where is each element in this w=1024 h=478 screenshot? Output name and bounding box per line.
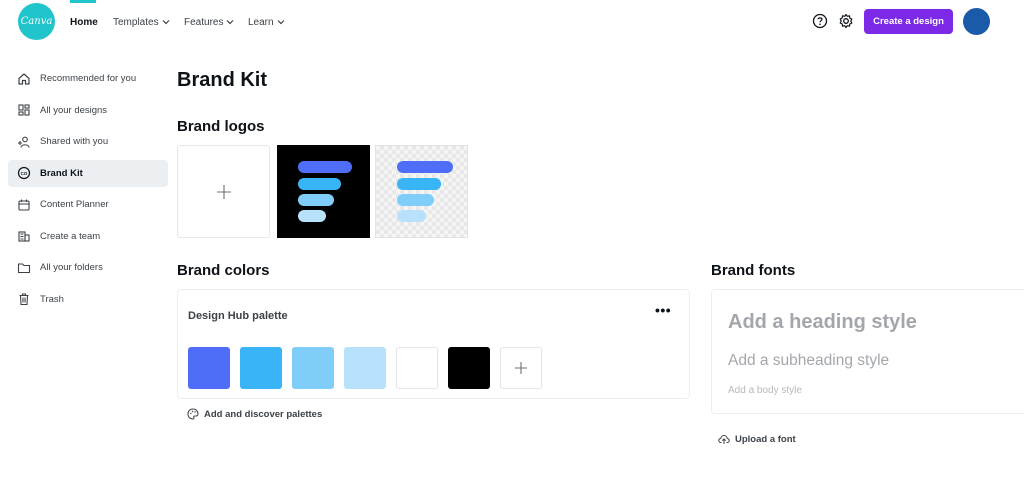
upload-font-link[interactable]: Upload a font	[718, 433, 796, 445]
sidebar-item-trash[interactable]: Trash	[8, 286, 168, 313]
sidebar-item-folders[interactable]: All your folders	[8, 254, 168, 281]
add-color-button[interactable]	[500, 347, 542, 389]
logo-bar	[298, 210, 326, 222]
nav-features[interactable]: Features	[184, 15, 234, 29]
sidebar-item-shared[interactable]: Shared with you	[8, 128, 168, 155]
nav-features-label: Features	[184, 16, 224, 28]
sidebar-item-label: Brand Kit	[40, 167, 83, 179]
add-body-style[interactable]: Add a body style	[728, 385, 802, 396]
shared-people-icon	[18, 136, 30, 148]
brand-logos-heading: Brand logos	[177, 118, 265, 135]
nav-home-label: Home	[70, 16, 98, 28]
color-swatch[interactable]	[448, 347, 490, 389]
nav-templates-label: Templates	[113, 16, 159, 28]
color-swatch[interactable]	[292, 347, 334, 389]
add-heading-style[interactable]: Add a heading style	[728, 311, 917, 334]
calendar-icon	[18, 199, 30, 211]
plus-icon	[515, 362, 527, 374]
cloud-upload-icon	[718, 434, 730, 444]
add-discover-palettes-label: Add and discover palettes	[204, 408, 323, 420]
trash-icon	[19, 293, 29, 306]
add-discover-palettes-link[interactable]: Add and discover palettes	[187, 408, 322, 420]
canva-logo[interactable]: Canva	[18, 3, 55, 40]
nav-learn[interactable]: Learn	[248, 15, 285, 29]
logo-bar	[397, 210, 426, 222]
sidebar-item-label: All your designs	[40, 104, 108, 116]
palette-card: Design Hub palette •••	[177, 289, 690, 399]
chevron-down-icon	[227, 20, 234, 25]
sidebar-item-all-designs[interactable]: All your designs	[8, 97, 168, 124]
sidebar-item-brand-kit[interactable]: CO Brand Kit	[8, 159, 168, 187]
add-logo-button[interactable]	[177, 145, 270, 238]
color-swatch[interactable]	[188, 347, 230, 389]
sidebar-item-label: All your folders	[40, 262, 103, 273]
sidebar-item-label: Create a team	[40, 230, 101, 242]
brand-logo-transparent[interactable]	[375, 145, 468, 238]
color-swatch[interactable]	[344, 347, 386, 389]
sidebar-item-recommended[interactable]: Recommended for you	[8, 65, 168, 92]
home-icon	[18, 72, 30, 85]
sidebar-item-label: Shared with you	[40, 136, 109, 147]
logo-bar	[298, 194, 334, 206]
palette-name: Design Hub palette	[188, 310, 288, 322]
nav-learn-label: Learn	[248, 16, 274, 28]
logo-bar	[397, 161, 453, 173]
brand-fonts-heading: Brand fonts	[711, 262, 796, 279]
nav-home[interactable]: Home	[70, 15, 98, 29]
chevron-down-icon	[162, 20, 170, 25]
color-swatch[interactable]	[240, 347, 282, 389]
sidebar-item-label: Trash	[40, 293, 64, 305]
sidebar-item-label: Recommended for you	[40, 73, 137, 84]
logo-bar	[397, 194, 434, 206]
settings-gear-icon[interactable]	[837, 12, 855, 30]
grid-icon	[18, 104, 30, 116]
active-nav-indicator	[70, 0, 96, 3]
logo-bar	[397, 178, 441, 190]
add-subheading-style[interactable]: Add a subheading style	[728, 352, 889, 370]
sidebar-item-create-team[interactable]: Create a team	[8, 223, 168, 250]
color-swatch[interactable]	[396, 347, 438, 389]
sidebar-item-label: Content Planner	[40, 199, 109, 210]
upload-font-label: Upload a font	[735, 433, 796, 445]
sidebar-item-content-planner[interactable]: Content Planner	[8, 191, 168, 218]
plus-icon	[216, 184, 231, 199]
folder-icon	[17, 262, 31, 273]
brand-logo-dark[interactable]	[277, 145, 370, 238]
brand-kit-icon: CO	[17, 166, 31, 180]
fonts-card: Add a heading style Add a subheading sty…	[711, 289, 1024, 414]
help-icon[interactable]	[811, 12, 829, 30]
palette-icon	[187, 408, 199, 420]
more-options-icon[interactable]: •••	[655, 303, 671, 318]
brand-colors-heading: Brand colors	[177, 262, 270, 279]
user-avatar[interactable]	[963, 8, 990, 35]
logo-bar	[298, 178, 341, 190]
team-building-icon	[18, 231, 30, 242]
create-design-button[interactable]: Create a design	[864, 9, 953, 34]
sidebar: Recommended for you All your designs Sha…	[8, 65, 168, 317]
nav-templates[interactable]: Templates	[113, 15, 170, 29]
top-bar: Canva Home Templates Features Learn Crea…	[0, 0, 1024, 44]
page-title: Brand Kit	[177, 69, 267, 91]
logo-bar	[298, 161, 352, 173]
chevron-down-icon	[277, 20, 285, 25]
svg-text:CO: CO	[21, 171, 28, 176]
